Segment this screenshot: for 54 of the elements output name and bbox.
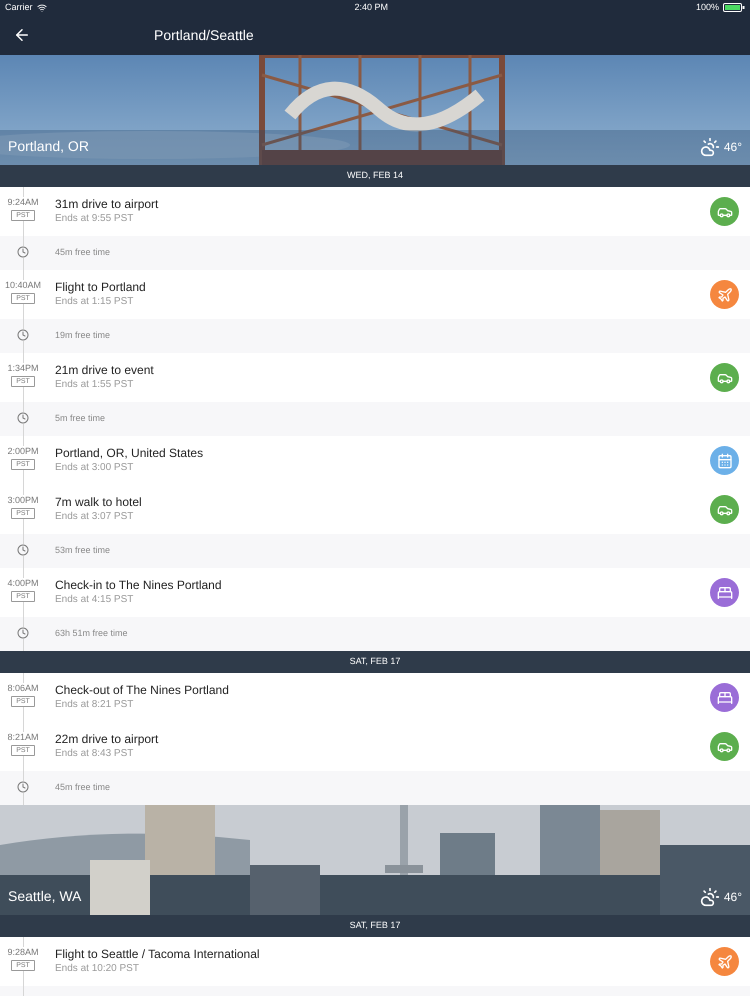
temperature: 46° — [724, 139, 742, 156]
event-end-time: Ends at 8:43 PST — [55, 747, 134, 760]
date-label: WED, FEB 14 — [346, 169, 403, 182]
event-title: Flight to Portland — [55, 280, 147, 295]
city-name: Seattle, WA — [8, 887, 82, 906]
event-end-time: Ends at 10:20 PST — [55, 962, 140, 975]
event-title: 7m walk to hotel — [55, 495, 143, 510]
free-time-label: 19m free time — [55, 329, 110, 342]
free-time-label: 5m free time — [55, 412, 106, 426]
event-title: 21m drive to event — [55, 363, 155, 378]
clock-icon — [17, 246, 29, 258]
page-title: Portland/Seattle — [154, 26, 254, 44]
wifi-icon — [36, 2, 47, 12]
date-label: SAT, FEB 17 — [350, 919, 400, 932]
event-end-time: Ends at 3:00 PST — [55, 461, 134, 474]
event-end-time: Ends at 3:07 PST — [55, 510, 134, 523]
event-title: 22m drive to airport — [55, 732, 160, 747]
carrier-label: Carrier — [5, 0, 33, 14]
start-time: 8:21AM — [7, 732, 39, 743]
event-title: Check-in to The Nines Portland — [55, 578, 223, 593]
start-time: 3:00PM — [7, 495, 39, 506]
start-time: 1:34PM — [7, 363, 39, 374]
free-time-label: 45m free time — [55, 781, 110, 794]
battery-icon — [722, 3, 745, 12]
start-time: 9:24AM — [7, 197, 39, 208]
battery-percent: 100% — [696, 0, 719, 14]
start-time: 2:00PM — [7, 446, 39, 457]
start-time: 4:00PM — [7, 578, 39, 589]
event-end-time: Ends at 9:55 PST — [55, 212, 134, 225]
clock-icon — [17, 412, 29, 424]
free-time-label: 53m free time — [55, 544, 110, 558]
clock-icon — [17, 544, 29, 556]
weather-icon — [700, 137, 720, 157]
event-title: 31m drive to airport — [55, 197, 160, 212]
event-title: Check-out of The Nines Portland — [55, 683, 230, 698]
temperature: 46° — [724, 889, 742, 906]
event-end-time: Ends at 4:15 PST — [55, 593, 134, 606]
event-title: Flight to Seattle / Tacoma International — [55, 947, 261, 962]
event-end-time: Ends at 1:15 PST — [55, 295, 134, 308]
event-end-time: Ends at 8:21 PST — [55, 698, 134, 711]
clock-icon — [17, 781, 29, 793]
start-time: 9:28AM — [7, 947, 39, 958]
free-time-label: 45m free time — [55, 246, 110, 260]
clock-time: 2:40 PM — [354, 0, 388, 14]
start-time: 10:40AM — [4, 280, 42, 291]
city-name: Portland, OR — [8, 137, 89, 156]
date-label: SAT, FEB 17 — [350, 655, 400, 668]
event-end-time: Ends at 1:55 PST — [55, 378, 134, 391]
clock-icon — [17, 329, 29, 341]
free-time-label: 63h 51m free time — [55, 627, 128, 640]
event-title: Portland, OR, United States — [55, 446, 204, 461]
weather-icon — [700, 887, 720, 907]
clock-icon — [17, 627, 29, 639]
start-time: 8:06AM — [7, 683, 39, 694]
